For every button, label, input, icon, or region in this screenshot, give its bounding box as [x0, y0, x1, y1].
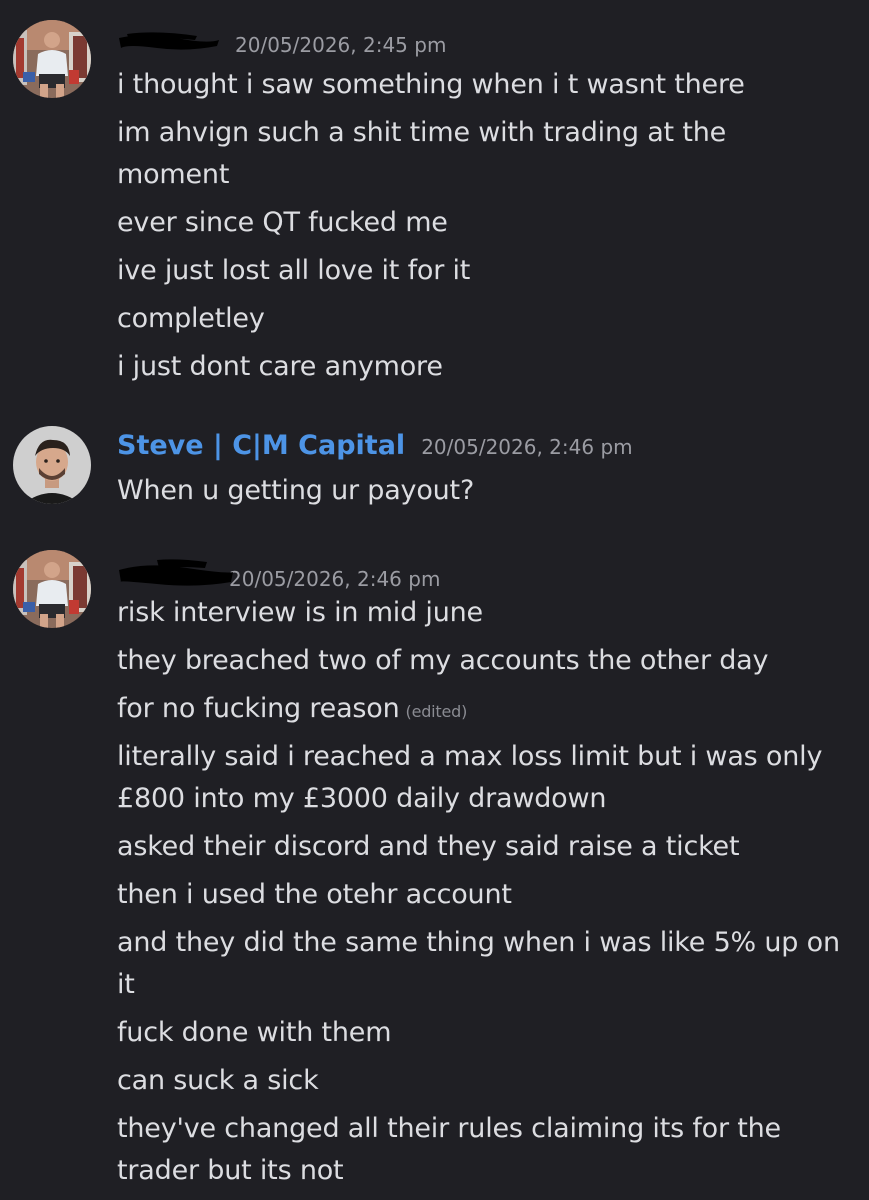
message-line: and they did the same thing when i was l… [117, 927, 840, 1000]
message-line: risk interview is in mid june [117, 597, 483, 628]
message-line: literally said i reached a max loss limi… [117, 741, 823, 814]
message-line: i thought i saw something when i t wasnt… [117, 69, 745, 100]
redacted-username [117, 558, 235, 586]
message-header: Steve | C|M Capital 20/05/2026, 2:46 pm [117, 430, 633, 466]
message-line: completley [117, 303, 265, 334]
edited-label: (edited) [405, 702, 468, 721]
message-timestamp: 20/05/2026, 2:46 pm [421, 435, 633, 459]
message-text: for no fucking reason [117, 693, 400, 724]
message-timestamp: 20/05/2026, 2:45 pm [235, 33, 447, 57]
message-line: im ahvign such a shit time with trading … [117, 117, 727, 190]
message-timestamp: 20/05/2026, 2:46 pm [229, 567, 441, 591]
message-line: ever since QT fucked me [117, 207, 448, 238]
message-line: i just dont care anymore [117, 351, 443, 382]
username[interactable]: Steve | C|M Capital [117, 430, 405, 461]
message-line: then i used the otehr account [117, 879, 512, 910]
redacted-username [117, 30, 221, 52]
message-header: 20/05/2026, 2:46 pm [117, 556, 440, 592]
message-header: 20/05/2026, 2:45 pm [117, 28, 446, 64]
message-line: they've changed all their rules claiming… [117, 1113, 781, 1186]
message-line: they breached two of my accounts the oth… [117, 645, 769, 676]
message-line: asked their discord and they said raise … [117, 831, 740, 862]
message-line: fuck done with them [117, 1017, 392, 1048]
avatar[interactable] [13, 20, 91, 98]
message-line: When u getting ur payout? [117, 475, 475, 506]
message-line: can suck a sick [117, 1065, 319, 1096]
message-line: ive just lost all love it for it [117, 255, 471, 286]
avatar[interactable] [13, 550, 91, 628]
avatar[interactable] [13, 426, 91, 504]
message-line: for no fucking reason (edited) [117, 688, 847, 733]
